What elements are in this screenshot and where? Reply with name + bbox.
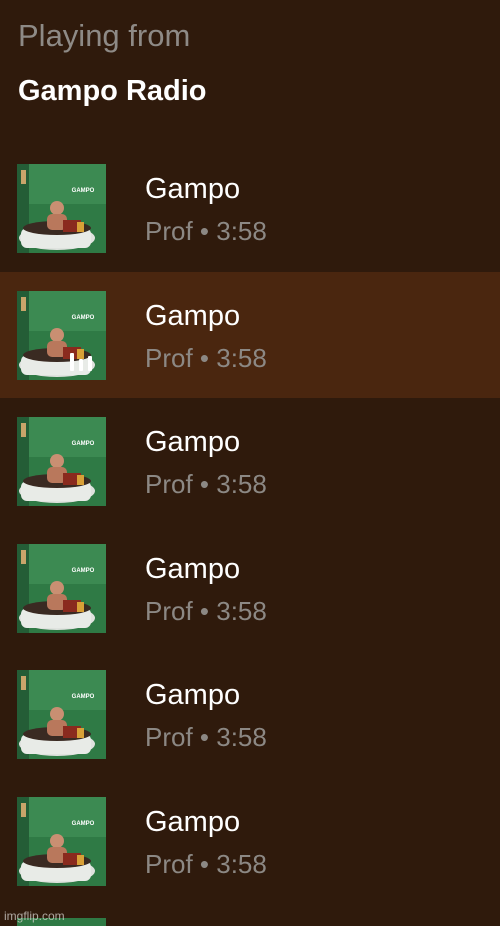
track-list: GAMPO Gampo Prof • 3:58 GAMPO Gampo Prof… <box>0 145 500 904</box>
svg-text:GAMPO: GAMPO <box>72 441 95 447</box>
album-art: GAMPO <box>17 417 106 506</box>
track-subtitle: Prof • 3:58 <box>145 342 267 373</box>
track-title: Gampo <box>145 299 241 332</box>
queue-track-row-1[interactable]: GAMPO Gampo Prof • 3:58 <box>0 145 500 272</box>
album-art: GAMPO <box>17 543 106 633</box>
svg-text:GAMPO: GAMPO <box>72 821 95 827</box>
svg-text:GAMPO: GAMPO <box>72 188 95 194</box>
track-subtitle: Prof • 3:58 <box>145 469 267 499</box>
now-playing-icon <box>70 351 96 371</box>
svg-text:GAMPO: GAMPO <box>72 568 95 574</box>
playing-from-label: Playing from <box>18 18 191 53</box>
track-subtitle: Prof • 3:58 <box>145 848 267 879</box>
playlist-title[interactable]: Gampo Radio <box>18 72 207 110</box>
album-art: GAMPO <box>17 670 106 759</box>
queue-screen: Playing from Gampo Radio GAMPO Gampo Pro… <box>0 0 500 926</box>
svg-text:GAMPO: GAMPO <box>72 694 95 700</box>
track-title: Gampo <box>145 426 241 458</box>
svg-text:GAMPO: GAMPO <box>72 315 95 321</box>
watermark: imgflip.com <box>4 909 65 923</box>
track-title: Gampo <box>145 552 241 585</box>
track-subtitle: Prof • 3:58 <box>145 722 267 752</box>
queue-track-row-4[interactable]: GAMPO Gampo Prof • 3:58 <box>0 525 500 652</box>
track-subtitle: Prof • 3:58 <box>145 216 267 246</box>
queue-track-row-5[interactable]: GAMPO Gampo Prof • 3:58 <box>0 651 500 778</box>
album-art: GAMPO <box>17 290 106 380</box>
album-art: GAMPO <box>17 796 106 886</box>
queue-track-row-6[interactable]: GAMPO Gampo Prof • 3:58 <box>0 778 500 905</box>
track-subtitle: Prof • 3:58 <box>145 595 267 626</box>
queue-track-row-3[interactable]: GAMPO Gampo Prof • 3:58 <box>0 398 500 525</box>
track-title: Gampo <box>145 805 241 838</box>
queue-track-row-2[interactable]: GAMPO Gampo Prof • 3:58 <box>0 271 500 398</box>
track-title: Gampo <box>145 679 241 711</box>
track-title: Gampo <box>145 173 241 205</box>
album-art: GAMPO <box>17 164 106 253</box>
